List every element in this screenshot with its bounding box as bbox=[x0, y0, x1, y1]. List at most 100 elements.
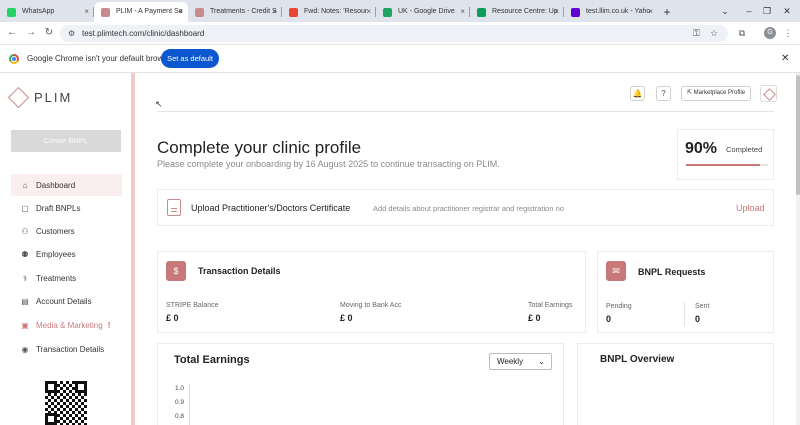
sent-label: Sent bbox=[695, 303, 710, 310]
tab-treatments[interactable]: Treatments - Credit S × bbox=[188, 2, 282, 22]
forward-icon[interactable]: → bbox=[24, 26, 38, 40]
reload-icon[interactable]: ↻ bbox=[42, 26, 56, 40]
default-browser-infobar: Google Chrome isn't your default browser… bbox=[0, 45, 800, 73]
qr-finder bbox=[75, 381, 87, 393]
mail-icon: ✉ bbox=[606, 261, 626, 281]
chevron-down-icon: ⌄ bbox=[538, 357, 545, 366]
page-title: Complete your clinic profile bbox=[157, 138, 362, 157]
period-select[interactable]: Weekly ⌄ bbox=[489, 353, 552, 370]
sidebar-item-treatments[interactable]: ⚕ Treatments bbox=[11, 267, 122, 289]
plim-logo[interactable]: PLIM bbox=[7, 86, 73, 109]
tab-google-drive[interactable]: UK - Google Drive × bbox=[376, 2, 470, 22]
tab-yahoo[interactable]: test.llim.co.uk - Yaho × bbox=[564, 2, 658, 22]
tab-close-icon[interactable]: × bbox=[648, 2, 653, 22]
site-info-icon[interactable]: ⚙ bbox=[68, 25, 75, 42]
tab-plim[interactable]: PLIM - A Payment So × bbox=[94, 2, 188, 22]
sidebar-item-transaction-details[interactable]: ◉ Transaction Details bbox=[11, 338, 122, 360]
bnpl-requests-card: ✉ BNPL Requests Pending 0 Sent 0 bbox=[597, 251, 774, 333]
upload-title: Upload Practitioner's/Doctors Certificat… bbox=[191, 203, 351, 213]
notifications-bell-icon[interactable]: 🔔 bbox=[630, 86, 645, 101]
card-title: Total Earnings bbox=[174, 354, 250, 366]
sidebar-item-label: Dashboard bbox=[36, 180, 76, 190]
omnibox[interactable]: ⚙ test.plimtech.com/clinic/dashboard ⚿ ☆ bbox=[60, 25, 728, 42]
profile-avatar[interactable]: G bbox=[764, 27, 776, 39]
plim-logo-icon bbox=[7, 86, 30, 109]
tab-gmail[interactable]: Fwd: Notes: 'Resour × bbox=[282, 2, 376, 22]
moving-to-bank-value: £ 0 bbox=[340, 313, 353, 323]
tab-resource-centre[interactable]: Resource Centre: Up × bbox=[470, 2, 564, 22]
upload-certificate-card: Upload Practitioner's/Doctors Certificat… bbox=[157, 189, 774, 226]
progress-track bbox=[686, 164, 768, 166]
sidebar-item-dashboard[interactable]: ⌂ Dashboard bbox=[11, 174, 122, 196]
infobar-close-icon[interactable]: ✕ bbox=[781, 45, 789, 73]
tab-close-icon[interactable]: × bbox=[178, 2, 183, 22]
sidebar-item-label: Customers bbox=[36, 226, 75, 236]
new-tab-button[interactable]: + bbox=[658, 2, 676, 22]
drive-favicon-icon bbox=[383, 8, 392, 17]
header-divider bbox=[157, 111, 774, 112]
document-icon bbox=[167, 199, 181, 216]
progress-fill bbox=[686, 164, 760, 166]
tab-label: WhatsApp bbox=[22, 8, 55, 15]
back-icon[interactable]: ← bbox=[5, 26, 19, 40]
clinic-avatar-icon[interactable] bbox=[760, 85, 777, 102]
upload-link[interactable]: Upload bbox=[736, 190, 765, 227]
help-icon[interactable]: ? bbox=[656, 86, 671, 101]
tab-close-icon[interactable]: × bbox=[84, 2, 89, 22]
alert-icon: ! bbox=[107, 320, 111, 330]
sidebar-scrollbar[interactable] bbox=[131, 73, 135, 425]
sent-value: 0 bbox=[695, 314, 701, 324]
sidebar-item-label: Draft BNPLs bbox=[36, 203, 81, 213]
tab-close-icon[interactable]: × bbox=[460, 2, 465, 22]
scrollbar-thumb[interactable] bbox=[796, 75, 800, 195]
url-text[interactable]: test.plimtech.com/clinic/dashboard bbox=[82, 25, 204, 42]
yahoo-favicon-icon bbox=[571, 8, 580, 17]
maximize-button[interactable]: ❐ bbox=[756, 0, 778, 22]
tab-whatsapp[interactable]: WhatsApp × bbox=[0, 2, 94, 22]
set-as-default-button[interactable]: Set as default bbox=[161, 49, 219, 68]
chrome-logo-icon bbox=[9, 54, 19, 64]
customers-icon: ⚇ bbox=[21, 226, 29, 236]
qr-finder bbox=[45, 413, 57, 425]
qr-finder bbox=[45, 381, 57, 393]
plim-favicon-icon bbox=[101, 8, 110, 17]
extensions-icon[interactable]: ⧉ bbox=[735, 26, 749, 40]
password-key-icon[interactable]: ⚿ bbox=[693, 25, 700, 42]
tab-label: PLIM - A Payment So bbox=[116, 8, 183, 15]
sidebar-item-draft-bnpls[interactable]: ▢ Draft BNPLs bbox=[11, 197, 122, 219]
sidebar-item-account-details[interactable]: ▤ Account Details bbox=[11, 290, 122, 312]
brand-name: PLIM bbox=[34, 90, 73, 105]
infobar-message: Google Chrome isn't your default browser bbox=[27, 54, 175, 63]
card-title: BNPL Overview bbox=[600, 354, 675, 365]
y-tick-label: 0.9 bbox=[175, 399, 185, 406]
tab-strip: WhatsApp × PLIM - A Payment So × Treatme… bbox=[0, 0, 800, 22]
sidebar-item-label: Account Details bbox=[36, 296, 92, 306]
sidebar-item-customers[interactable]: ⚇ Customers bbox=[11, 220, 122, 242]
tab-close-icon[interactable]: × bbox=[366, 2, 371, 22]
bnpl-overview-card: BNPL Overview bbox=[577, 343, 774, 425]
sidebar-item-media-marketing[interactable]: ▣ Media & Marketing ! bbox=[11, 314, 122, 336]
sidebar-item-employees[interactable]: ⚉ Employees bbox=[11, 243, 122, 265]
upload-description: Add details about practitioner registrar… bbox=[373, 204, 564, 213]
page-scrollbar[interactable] bbox=[796, 73, 800, 425]
bookmark-star-icon[interactable]: ☆ bbox=[710, 25, 718, 42]
tab-close-icon[interactable]: × bbox=[272, 2, 277, 22]
plim-favicon-icon bbox=[195, 8, 204, 17]
tab-close-icon[interactable]: × bbox=[554, 2, 559, 22]
tab-search-icon[interactable]: ⌄ bbox=[714, 0, 736, 22]
chrome-menu-icon[interactable]: ⋮ bbox=[781, 26, 795, 40]
total-earnings-card: Total Earnings Weekly ⌄ 1.0 0.9 0.8 bbox=[157, 343, 564, 425]
progress-label: Completed bbox=[726, 145, 763, 154]
create-bnpl-button[interactable]: Create BNPL bbox=[11, 130, 121, 152]
account-icon: ▤ bbox=[21, 296, 29, 306]
sidebar-item-label: Employees bbox=[36, 249, 76, 259]
window-close-button[interactable]: ✕ bbox=[776, 0, 798, 22]
stripe-balance-label: STRIPE Balance bbox=[166, 302, 219, 309]
address-bar: ← → ↻ ⚙ test.plimtech.com/clinic/dashboa… bbox=[0, 22, 800, 45]
marketplace-profile-button[interactable]: ⇱ Marketplace Profile bbox=[681, 86, 751, 101]
tab-label: UK - Google Drive bbox=[398, 8, 455, 15]
period-select-value: Weekly bbox=[497, 357, 524, 366]
treatments-icon: ⚕ bbox=[22, 273, 28, 283]
y-tick-label: 1.0 bbox=[175, 385, 185, 392]
y-axis-line bbox=[189, 384, 190, 425]
